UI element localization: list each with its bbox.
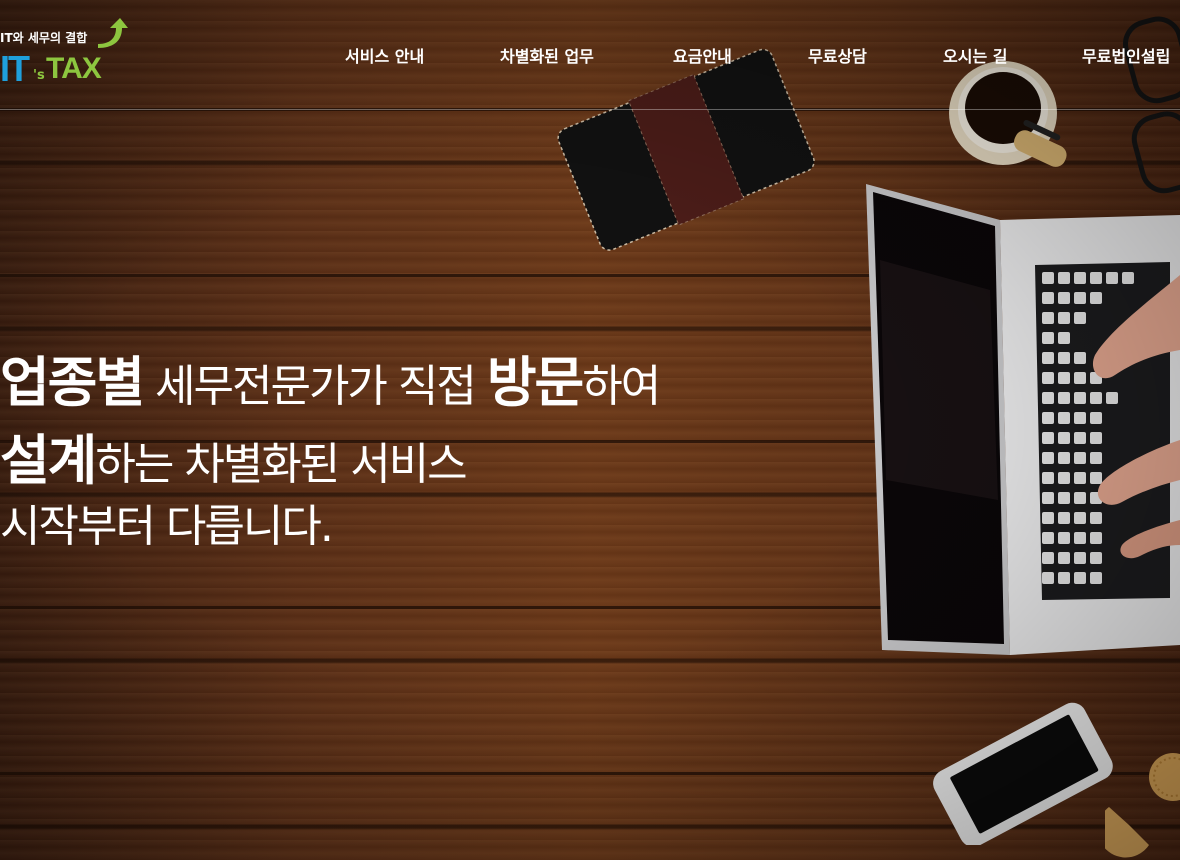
hero-emphasis-visit: 방문 [486, 351, 584, 414]
hero-headline: 업종별 세무전문가가 직접 방문하여 설계하는 차별화된 서비스 시작부터 다릅… [0, 338, 661, 554]
laptop-image [866, 184, 1180, 655]
nav-item-pricing[interactable]: 요금안내 [673, 43, 732, 67]
hero-emphasis-industry: 업종별 [0, 351, 145, 414]
hero-text: 시작부터 다릅니다. [0, 501, 334, 552]
hero-line-3: 시작부터 다릅니다. [0, 490, 659, 554]
hero-text: 하는 차별화된 서비스 [95, 439, 467, 490]
nav-item-differentiated-work[interactable]: 차별화된 업무 [500, 43, 594, 67]
eyeglasses-image [1123, 16, 1180, 194]
logo-s-mark: 's [33, 68, 45, 83]
cookies-image [1105, 753, 1180, 858]
smartphone-image [933, 702, 1113, 845]
nav-item-directions[interactable]: 오시는 길 [943, 43, 1007, 67]
hero-emphasis-design: 설계 [0, 429, 97, 492]
header-divider [0, 109, 1180, 110]
nav-item-free-consultation[interactable]: 무료상담 [808, 43, 867, 67]
nav-item-service-info[interactable]: 서비스 안내 [345, 43, 424, 67]
hero-section: IT와 세무의 결합 IT 's TAX 서비스 안내 차별화된 업무 요금안내… [0, 0, 1180, 860]
hero-line-2: 설계하는 차별화된 서비스 [0, 416, 659, 492]
hero-line-1: 업종별 세무전문가가 직접 방문하여 [0, 338, 661, 416]
hero-text: 세무전문가가 직접 [143, 361, 487, 412]
main-nav: 서비스 안내 차별화된 업무 요금안내 무료상담 오시는 길 무료법인설립 [0, 43, 1180, 67]
nav-item-free-incorporation[interactable]: 무료법인설립 [1082, 43, 1170, 67]
hero-text: 하여 [582, 361, 661, 412]
coffee-cup-image [949, 61, 1067, 167]
